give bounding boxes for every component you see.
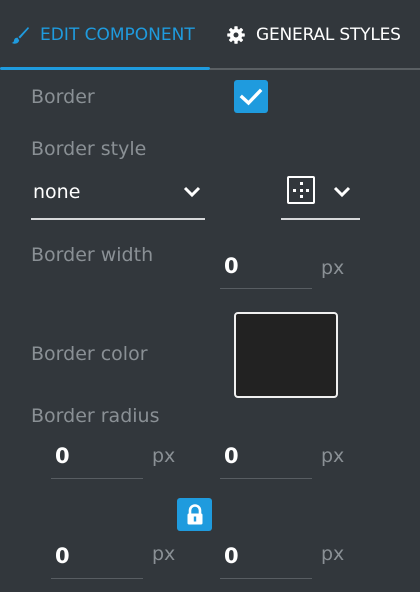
tab-label: GENERAL STYLES <box>256 24 401 45</box>
border-radius-top-right-unit: px <box>321 445 345 467</box>
tab-label: EDIT COMPONENT <box>40 24 195 45</box>
border-checkbox[interactable] <box>234 80 268 113</box>
chevron-down-icon <box>183 186 201 198</box>
border-radius-bottom-right-input[interactable]: 0 <box>220 538 312 579</box>
border-radius-top-right-input[interactable]: 0 <box>220 438 312 479</box>
border-style-dotted-icon <box>287 176 315 204</box>
chevron-down-icon <box>333 186 351 198</box>
active-tab-indicator <box>0 67 210 70</box>
lock-icon <box>187 503 202 524</box>
border-radius-bottom-right-value: 0 <box>224 544 239 568</box>
border-width-label: Border width <box>31 244 154 266</box>
border-radius-top-left-unit: px <box>152 445 176 467</box>
border-style-picker[interactable] <box>281 168 360 220</box>
border-color-swatch[interactable] <box>234 312 338 398</box>
border-width-value: 0 <box>224 254 239 278</box>
border-radius-top-left-input[interactable]: 0 <box>51 438 143 479</box>
tab-general-styles[interactable]: GENERAL STYLES <box>210 0 420 70</box>
gear-icon <box>226 25 246 45</box>
border-radius-bottom-left-value: 0 <box>55 544 70 568</box>
tab-divider <box>210 68 420 70</box>
border-label: Border <box>31 86 95 108</box>
border-style-select[interactable]: none <box>31 168 205 220</box>
border-radius-top-left-value: 0 <box>55 444 70 468</box>
border-radius-bottom-right-unit: px <box>321 543 345 565</box>
border-width-unit: px <box>321 257 345 279</box>
border-style-value: none <box>33 181 81 203</box>
tab-bar: EDIT COMPONENT GENERAL STYLES <box>0 0 420 70</box>
border-radius-label: Border radius <box>31 405 160 427</box>
brush-icon <box>10 25 30 45</box>
border-style-label: Border style <box>31 138 147 160</box>
checkmark-icon <box>239 88 263 105</box>
border-radius-bottom-left-input[interactable]: 0 <box>51 538 143 579</box>
border-radius-top-right-value: 0 <box>224 444 239 468</box>
border-color-label: Border color <box>31 343 148 365</box>
border-width-input[interactable]: 0 <box>220 248 312 289</box>
border-radius-bottom-left-unit: px <box>152 543 176 565</box>
border-radius-lock-button[interactable] <box>177 498 212 531</box>
tab-edit-component[interactable]: EDIT COMPONENT <box>0 0 210 70</box>
